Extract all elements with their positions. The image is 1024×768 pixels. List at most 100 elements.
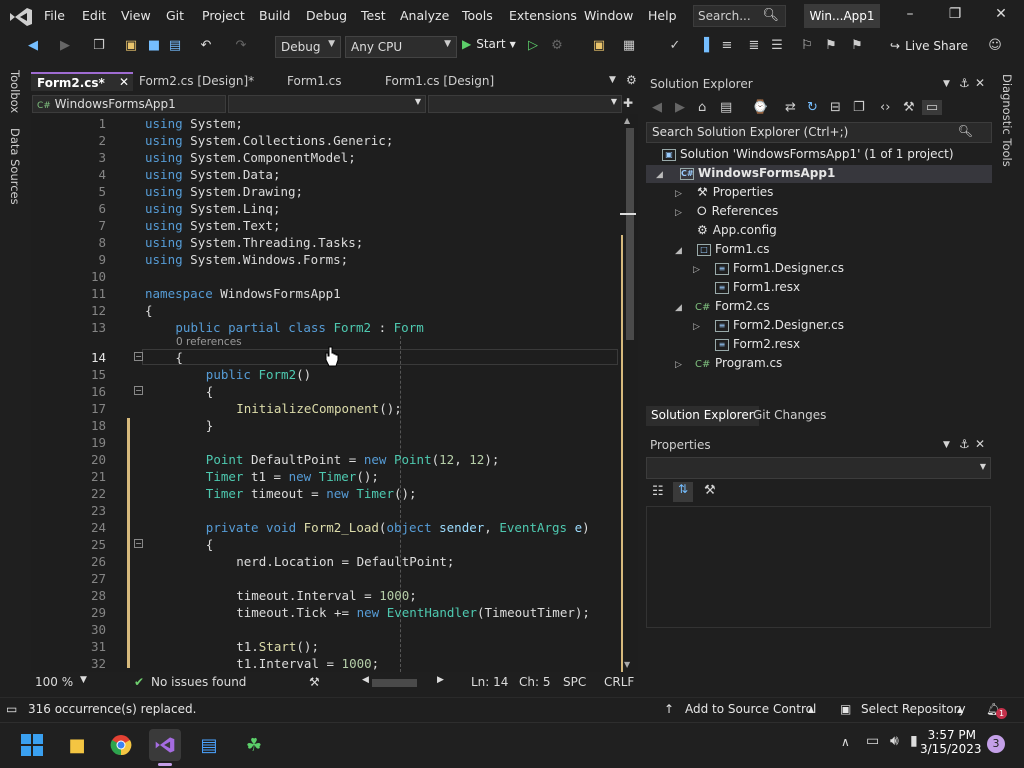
- tree-item-form1[interactable]: □ Form1.cs: [697, 242, 770, 256]
- tree-item-project[interactable]: C# WindowsFormsApp1: [680, 166, 835, 180]
- chevron-down-icon[interactable]: ▼: [80, 675, 87, 685]
- menu-project[interactable]: Project: [202, 8, 245, 23]
- volume-icon[interactable]: 🔊︎: [890, 733, 899, 749]
- back-icon[interactable]: ◀: [652, 100, 662, 115]
- comment-icon[interactable]: ≣: [745, 37, 763, 55]
- tab-git-changes[interactable]: Git Changes: [753, 408, 826, 422]
- menu-edit[interactable]: Edit: [82, 8, 106, 23]
- code-line[interactable]: t1.Start();: [236, 639, 319, 654]
- menu-git[interactable]: Git: [166, 8, 184, 23]
- toolbox-tab[interactable]: Toolbox: [8, 70, 22, 113]
- collapsed-arrow-icon[interactable]: ▷: [675, 360, 682, 370]
- fold-toggle-icon[interactable]: −: [134, 539, 143, 548]
- code-line[interactable]: using System.Windows.Forms;: [145, 252, 348, 267]
- scrollbar-thumb[interactable]: [626, 128, 634, 340]
- code-line[interactable]: using System.Drawing;: [145, 184, 303, 199]
- object-selector-dropdown[interactable]: ▼: [646, 457, 991, 479]
- view-code-icon[interactable]: ‹›: [880, 100, 890, 115]
- start-debugging-button[interactable]: ▶ Start ▼: [462, 37, 516, 51]
- code-line[interactable]: timeout.Tick += new EventHandler(Timeout…: [236, 605, 590, 620]
- code-line[interactable]: using System.Linq;: [145, 201, 280, 216]
- bookmark-next-icon[interactable]: ⚑: [848, 37, 866, 55]
- pin-icon[interactable]: ⚓: [959, 437, 970, 451]
- system-clock[interactable]: 3:57 PM 3/15/2023: [920, 728, 982, 756]
- whitespace-indicator[interactable]: SPC: [563, 675, 586, 689]
- battery-icon[interactable]: ▮: [910, 733, 918, 749]
- collapsed-arrow-icon[interactable]: ▷: [693, 265, 700, 275]
- close-panel-icon[interactable]: ✕: [975, 437, 985, 451]
- data-sources-tab[interactable]: Data Sources: [8, 128, 22, 205]
- collapsed-arrow-icon[interactable]: ▷: [675, 208, 682, 218]
- line-indicator[interactable]: Ln: 14: [471, 675, 508, 689]
- sync-icon[interactable]: ⇄: [785, 100, 796, 115]
- code-line[interactable]: timeout.Interval = 1000;: [236, 588, 417, 603]
- tab-solution-explorer[interactable]: Solution Explorer: [646, 406, 759, 426]
- feedback-icon[interactable]: ☺: [986, 37, 1004, 55]
- visual-studio-logo-icon[interactable]: [8, 6, 34, 28]
- tab-form1-cs[interactable]: Form1.cs: [281, 72, 377, 91]
- diagnostic-tools-tab[interactable]: Diagnostic Tools: [1000, 74, 1014, 167]
- start-without-debugging-icon[interactable]: ▷: [524, 37, 542, 55]
- code-line[interactable]: using System.Threading.Tasks;: [145, 235, 363, 250]
- code-line[interactable]: nerd.Location = DefaultPoint;: [236, 554, 454, 569]
- code-line[interactable]: using System.Collections.Generic;: [145, 133, 393, 148]
- home-icon[interactable]: ⌂: [698, 100, 706, 115]
- window-layout-icon[interactable]: ▦: [620, 37, 638, 55]
- platform-select[interactable]: Any CPU ▼: [345, 36, 457, 58]
- horizontal-scroll-thumb[interactable]: [372, 679, 417, 687]
- chevron-up-icon[interactable]: ▲: [957, 705, 963, 714]
- codelens-references[interactable]: 0 references: [176, 336, 242, 348]
- line-ending-indicator[interactable]: CRLF: [604, 675, 634, 689]
- property-grid[interactable]: [646, 506, 991, 628]
- search-input[interactable]: Search... 🔍︎: [693, 5, 786, 27]
- tree-item-app-config[interactable]: ⚙ App.config: [697, 223, 777, 237]
- spell-check-icon[interactable]: ✓: [666, 37, 684, 55]
- code-line[interactable]: {: [206, 384, 214, 399]
- open-folder-icon[interactable]: ▣: [122, 37, 140, 55]
- menu-view[interactable]: View: [121, 8, 151, 23]
- panel-menu-icon[interactable]: ▼: [943, 79, 950, 89]
- menu-file[interactable]: File: [44, 8, 65, 23]
- expanded-arrow-icon[interactable]: ◢: [675, 246, 682, 256]
- chrome-icon[interactable]: [105, 729, 137, 761]
- redo-icon[interactable]: ↷: [232, 37, 250, 55]
- chevron-up-icon[interactable]: ▲: [808, 705, 814, 714]
- fold-toggle-icon[interactable]: −: [134, 352, 143, 361]
- pending-changes-icon[interactable]: ⌚: [752, 100, 768, 115]
- issues-status[interactable]: No issues found: [151, 675, 246, 689]
- tree-item-form2[interactable]: C# Form2.cs: [695, 299, 770, 313]
- menu-test[interactable]: Test: [361, 8, 386, 23]
- tree-item-properties[interactable]: ⚒ Properties: [697, 185, 773, 199]
- fold-toggle-icon[interactable]: −: [134, 386, 143, 395]
- add-to-source-control-button[interactable]: Add to Source Control: [685, 702, 816, 716]
- navigate-back-icon[interactable]: ◀: [24, 37, 42, 55]
- code-line[interactable]: Timer t1 = new Timer();: [206, 469, 379, 484]
- panel-menu-icon[interactable]: ▼: [943, 440, 950, 450]
- tab-form2-design[interactable]: Form2.cs [Design]*: [133, 72, 279, 91]
- select-repository-button[interactable]: Select Repository: [861, 702, 966, 716]
- scroll-right-icon[interactable]: ▶: [437, 675, 444, 685]
- close-tab-icon[interactable]: ✕: [119, 75, 129, 89]
- code-line[interactable]: using System.ComponentModel;: [145, 150, 356, 165]
- member-dropdown[interactable]: ▼: [428, 95, 622, 113]
- code-line[interactable]: {: [206, 537, 214, 552]
- tree-item-references[interactable]: ⭘ References: [697, 204, 778, 219]
- tab-form2-cs[interactable]: Form2.cs* ✕: [31, 72, 133, 91]
- forward-icon[interactable]: ▶: [675, 100, 685, 115]
- align-icon[interactable]: ▐: [695, 37, 713, 55]
- close-icon[interactable]: ✕: [986, 6, 1016, 22]
- undo-icon[interactable]: ↶: [197, 37, 215, 55]
- menu-window[interactable]: Window: [584, 8, 633, 23]
- new-project-icon[interactable]: ❒: [90, 37, 108, 55]
- tree-item-form2-resx[interactable]: ≡ Form2.resx: [715, 337, 800, 351]
- code-line[interactable]: InitializeComponent();: [236, 401, 402, 416]
- notification-badge[interactable]: 3: [987, 735, 1005, 753]
- show-hidden-icons-icon[interactable]: ∧: [841, 735, 850, 749]
- scroll-down-icon[interactable]: ▼: [624, 660, 630, 669]
- code-cleanup-icon[interactable]: ⚒: [309, 675, 320, 689]
- restore-icon[interactable]: ❐: [940, 6, 970, 22]
- solution-search-input[interactable]: Search Solution Explorer (Ctrl+;) 🔍︎: [646, 122, 992, 143]
- app-icon[interactable]: ☘: [238, 729, 270, 761]
- code-line[interactable]: }: [206, 418, 214, 433]
- tab-overflow-icon[interactable]: ▼: [609, 75, 616, 85]
